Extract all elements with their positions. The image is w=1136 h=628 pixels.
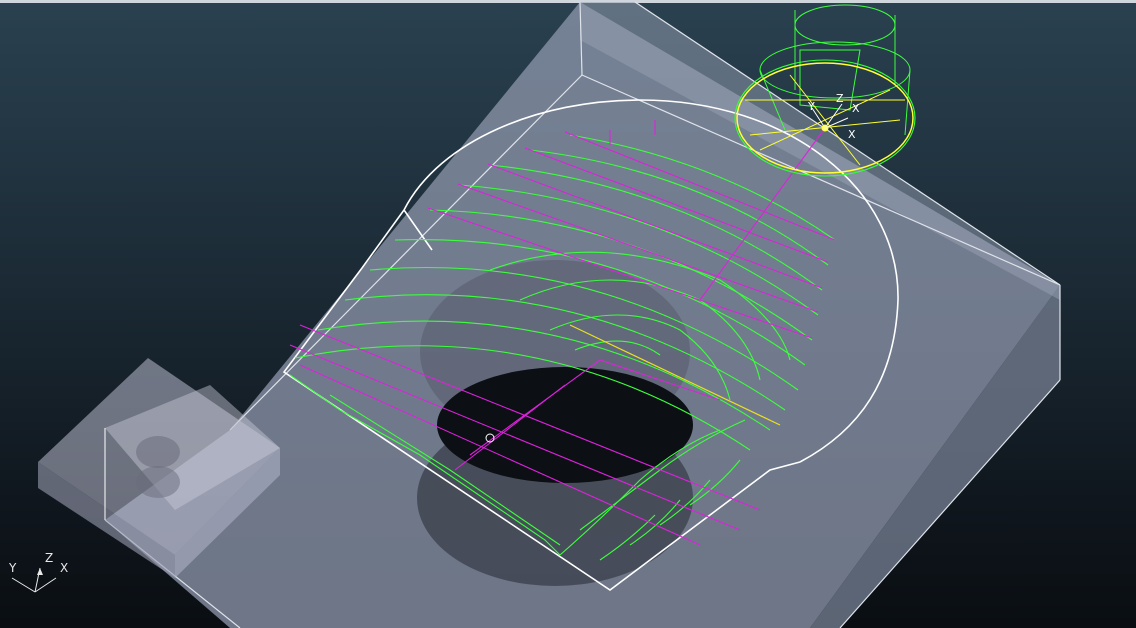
triad-label-y: Y	[8, 561, 17, 575]
tool-holder-ring	[794, 4, 896, 46]
triad-label-x: X	[60, 561, 68, 575]
view-orientation-triad[interactable]: Y Z X	[8, 551, 68, 593]
cam-3d-viewport[interactable]: Y Z X X Y Z X	[0, 0, 1136, 628]
tool-axis-label-x: X	[852, 102, 860, 115]
scene-svg: Y Z X X Y Z X	[8, 1, 1061, 628]
tool-axis-label-x2: X	[848, 128, 856, 141]
triad-label-z: Z	[45, 551, 53, 565]
fixture-hole	[136, 466, 180, 498]
tool-axis-label-y: Y	[807, 100, 815, 113]
triad-z-arrow	[37, 568, 43, 575]
tool-tip-point	[821, 124, 829, 132]
triad-axes	[11, 567, 57, 593]
tool-axis-label-z: Z	[836, 92, 844, 105]
fixture-hole	[136, 436, 180, 468]
hole-opening	[437, 367, 693, 483]
